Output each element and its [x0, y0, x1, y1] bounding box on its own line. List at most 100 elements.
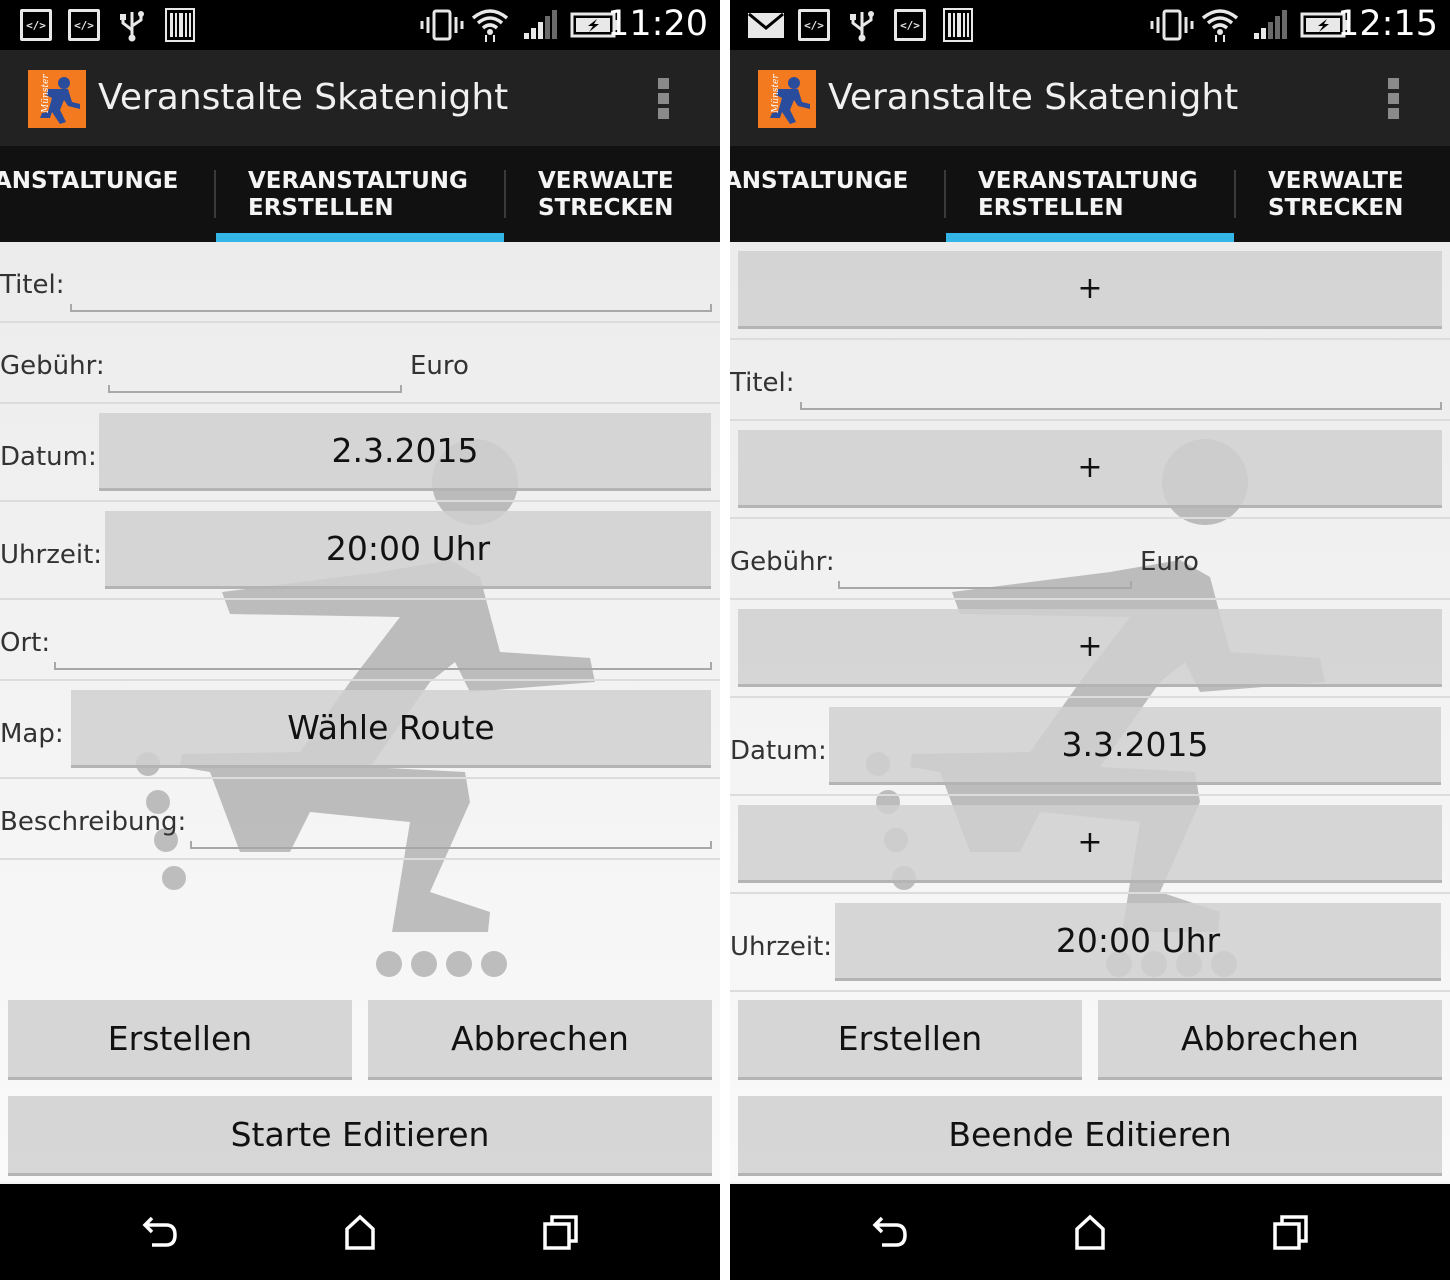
add-field-button[interactable]: + — [738, 609, 1442, 687]
status-time: 12:15 — [1337, 4, 1438, 44]
app-logo-icon[interactable]: Münster — [758, 70, 816, 128]
code-icon: </> — [798, 9, 830, 41]
choose-route-button[interactable]: Wähle Route — [71, 690, 711, 768]
back-icon[interactable] — [140, 1212, 180, 1252]
form-content: + Titel: + Gebühr: Euro + Datum: 3.3.201… — [730, 242, 1450, 1182]
uhrzeit-row: Uhrzeit: 20:00 Uhr — [0, 502, 720, 600]
beschreibung-row: Beschreibung: — [0, 779, 720, 860]
tab-verwalte-strecken[interactable]: VERWALTE STRECKEN — [538, 168, 674, 222]
code-icon: </> — [20, 9, 52, 41]
gebuehr-input[interactable] — [838, 581, 1132, 589]
barcode-icon — [942, 8, 974, 42]
currency-label: Euro — [1140, 547, 1199, 577]
app-title: Veranstalte Skatenight — [828, 77, 1239, 118]
code-icon: </> — [894, 9, 926, 41]
plus-row: + — [730, 600, 1450, 698]
gebuehr-row: Gebühr: Euro — [730, 519, 1450, 600]
tab-selected-indicator — [946, 233, 1234, 242]
erstellen-button[interactable]: Erstellen — [8, 1000, 352, 1080]
datum-label: Datum: — [0, 442, 97, 472]
tab-veranstaltungen[interactable]: ANSTALTUNGE — [730, 168, 908, 195]
svg-text:Münster: Münster — [41, 74, 51, 114]
uhrzeit-label: Uhrzeit: — [730, 932, 833, 962]
gebuehr-label: Gebühr: — [0, 351, 105, 381]
gebuehr-input[interactable] — [108, 385, 402, 393]
tab-veranstaltung-erstellen[interactable]: VERANSTALTUNG ERSTELLEN — [978, 168, 1198, 222]
tab-veranstaltungen[interactable]: ANSTALTUNGE — [0, 168, 178, 195]
stop-editing-button[interactable]: Beende Editieren — [738, 1096, 1442, 1176]
tab-selected-indicator — [216, 233, 504, 242]
tab-divider — [944, 170, 946, 218]
status-time: 11:20 — [607, 4, 708, 44]
wifi-icon — [470, 9, 510, 42]
time-picker-button[interactable]: 20:00 Uhr — [835, 903, 1441, 981]
overflow-menu-icon[interactable] — [656, 78, 670, 120]
usb-icon — [846, 9, 878, 42]
ort-label: Ort: — [0, 628, 51, 658]
vibrate-icon — [1150, 9, 1194, 41]
app-logo-icon[interactable]: Münster — [28, 70, 86, 128]
status-bar: </> </> 11:20 — [0, 0, 720, 50]
map-label: Map: — [0, 719, 64, 749]
usb-icon — [116, 9, 148, 42]
back-icon[interactable] — [870, 1212, 910, 1252]
status-bar: </> </> 12:15 — [730, 0, 1450, 50]
currency-label: Euro — [410, 351, 469, 381]
tab-veranstaltung-erstellen[interactable]: VERANSTALTUNG ERSTELLEN — [248, 168, 468, 222]
add-field-button[interactable]: + — [738, 430, 1442, 508]
app-title: Veranstalte Skatenight — [98, 77, 509, 118]
navigation-bar — [730, 1184, 1450, 1280]
start-editing-button[interactable]: Starte Editieren — [8, 1096, 712, 1176]
form-content: Titel: Gebühr: Euro Datum: 2.3.2015 Uhrz… — [0, 242, 720, 1182]
ort-row: Ort: — [0, 600, 720, 681]
plus-row: + — [730, 421, 1450, 519]
action-bar: Münster Veranstalte Skatenight — [0, 50, 720, 146]
beschreibung-input[interactable] — [190, 841, 712, 849]
signal-icon — [522, 9, 558, 41]
gebuehr-row: Gebühr: Euro — [0, 323, 720, 404]
home-icon[interactable] — [340, 1212, 380, 1252]
abbrechen-button[interactable]: Abbrechen — [368, 1000, 712, 1080]
home-icon[interactable] — [1070, 1212, 1110, 1252]
beschreibung-label: Beschreibung: — [0, 807, 187, 837]
wifi-icon — [1200, 9, 1240, 42]
tab-divider — [504, 170, 506, 218]
tab-bar: ANSTALTUNGE VERANSTALTUNG ERSTELLEN VERW… — [730, 146, 1450, 242]
date-picker-button[interactable]: 2.3.2015 — [99, 413, 711, 491]
gebuehr-label: Gebühr: — [730, 547, 835, 577]
recents-icon[interactable] — [540, 1212, 580, 1252]
titel-row: Titel: — [0, 242, 720, 323]
titel-input[interactable] — [800, 402, 1442, 410]
titel-label: Titel: — [730, 368, 795, 398]
action-bar: Münster Veranstalte Skatenight — [730, 50, 1450, 146]
datum-row: Datum: 2.3.2015 — [0, 404, 720, 502]
titel-label: Titel: — [0, 270, 65, 300]
ort-input[interactable] — [54, 662, 712, 670]
erstellen-button[interactable]: Erstellen — [738, 1000, 1082, 1080]
tab-bar: ANSTALTUNGE VERANSTALTUNG ERSTELLEN VERW… — [0, 146, 720, 242]
mail-icon — [746, 9, 786, 41]
date-picker-button[interactable]: 3.3.2015 — [829, 707, 1441, 785]
datum-row: Datum: 3.3.2015 — [730, 698, 1450, 796]
uhrzeit-label: Uhrzeit: — [0, 540, 103, 570]
titel-input[interactable] — [70, 304, 712, 312]
code-icon: </> — [68, 9, 100, 41]
abbrechen-button[interactable]: Abbrechen — [1098, 1000, 1442, 1080]
barcode-icon — [164, 8, 196, 42]
tab-verwalte-strecken[interactable]: VERWALTE STRECKEN — [1268, 168, 1404, 222]
uhrzeit-row: Uhrzeit: 20:00 Uhr — [730, 894, 1450, 992]
tab-divider — [214, 170, 216, 218]
recents-icon[interactable] — [1270, 1212, 1310, 1252]
datum-label: Datum: — [730, 736, 827, 766]
tab-divider — [1234, 170, 1236, 218]
time-picker-button[interactable]: 20:00 Uhr — [105, 511, 711, 589]
titel-row: Titel: — [730, 340, 1450, 421]
plus-row: + — [730, 242, 1450, 340]
overflow-menu-icon[interactable] — [1386, 78, 1400, 120]
map-row: Map: Wähle Route — [0, 681, 720, 779]
svg-text:Münster: Münster — [771, 74, 781, 114]
vibrate-icon — [420, 9, 464, 41]
add-field-button[interactable]: + — [738, 805, 1442, 883]
navigation-bar — [0, 1184, 720, 1280]
add-field-button[interactable]: + — [738, 251, 1442, 329]
